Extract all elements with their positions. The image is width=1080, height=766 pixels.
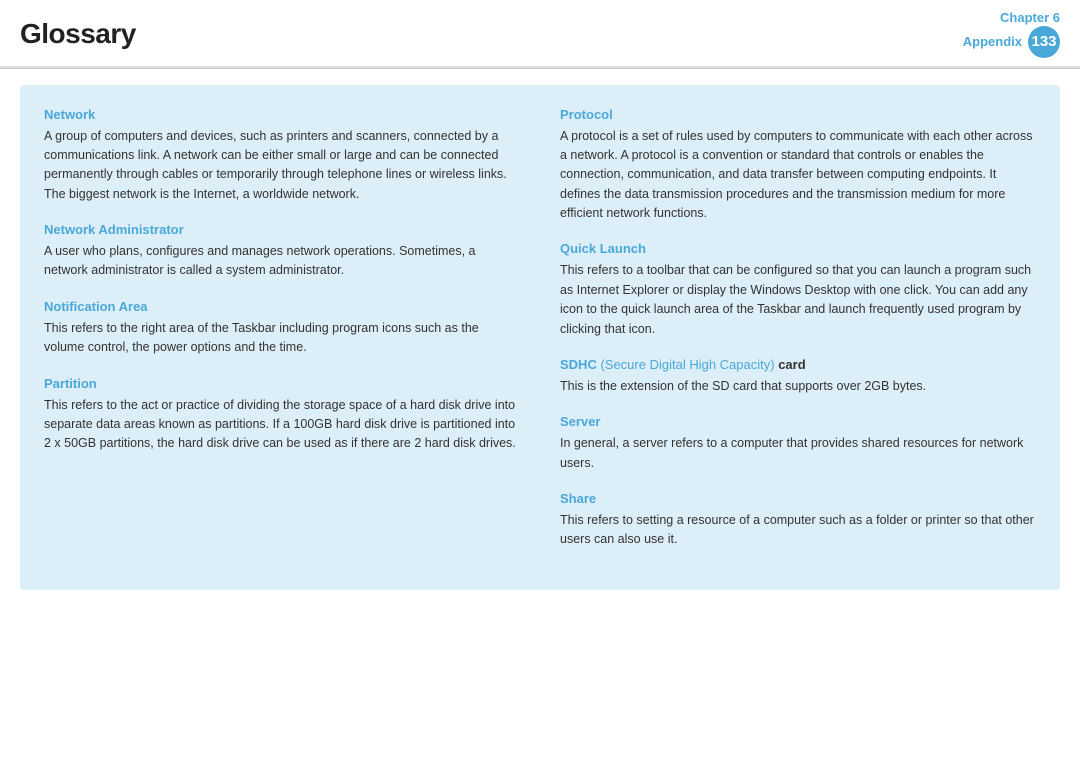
right-column: Protocol A protocol is a set of rules use…	[540, 107, 1036, 568]
chapter-label: Chapter 6	[1000, 10, 1060, 26]
glossary-entry-left-1: Network Administrator A user who plans, c…	[44, 222, 520, 281]
glossary-entry-right-0: Protocol A protocol is a set of rules use…	[560, 107, 1036, 224]
entry-definition: This refers to the act or practice of di…	[44, 396, 520, 454]
glossary-entry-left-3: Partition This refers to the act or pract…	[44, 376, 520, 454]
entry-term: Server	[560, 414, 1036, 429]
glossary-entry-right-3: Server In general, a server refers to a c…	[560, 414, 1036, 473]
entry-term: Network Administrator	[44, 222, 520, 237]
main-content: Network A group of computers and devices,…	[0, 85, 1080, 610]
glossary-entry-right-2: SDHC (Secure Digital High Capacity) card…	[560, 357, 1036, 396]
entry-term: Partition	[44, 376, 520, 391]
entry-term: SDHC (Secure Digital High Capacity) card	[560, 357, 1036, 372]
page-title: Glossary	[20, 18, 136, 50]
glossary-entry-left-2: Notification Area This refers to the righ…	[44, 299, 520, 358]
entry-definition: A user who plans, configures and manages…	[44, 242, 520, 281]
entry-definition: This refers to a toolbar that can be con…	[560, 261, 1036, 339]
glossary-entry-right-1: Quick Launch This refers to a toolbar tha…	[560, 241, 1036, 339]
chapter-badge: Chapter 6 Appendix 133	[963, 10, 1060, 58]
entry-definition: This is the extension of the SD card tha…	[560, 377, 1036, 396]
appendix-badge: Appendix 133	[963, 26, 1060, 58]
entry-term: Share	[560, 491, 1036, 506]
entry-definition: A protocol is a set of rules used by com…	[560, 127, 1036, 224]
entry-term: Notification Area	[44, 299, 520, 314]
entry-definition: This refers to setting a resource of a c…	[560, 511, 1036, 550]
entry-term: Network	[44, 107, 520, 122]
entry-definition: This refers to the right area of the Tas…	[44, 319, 520, 358]
appendix-label: Appendix	[963, 34, 1022, 49]
page-number: 133	[1028, 26, 1060, 58]
entry-term: Quick Launch	[560, 241, 1036, 256]
entry-term: Protocol	[560, 107, 1036, 122]
left-column: Network A group of computers and devices,…	[44, 107, 540, 568]
header-rule	[0, 68, 1080, 69]
glossary-entry-left-0: Network A group of computers and devices,…	[44, 107, 520, 205]
glossary-container: Network A group of computers and devices,…	[20, 85, 1060, 590]
page-header: Glossary Chapter 6 Appendix 133	[0, 0, 1080, 68]
entry-definition: In general, a server refers to a compute…	[560, 434, 1036, 473]
glossary-entry-right-4: Share This refers to setting a resource o…	[560, 491, 1036, 550]
entry-definition: A group of computers and devices, such a…	[44, 127, 520, 205]
